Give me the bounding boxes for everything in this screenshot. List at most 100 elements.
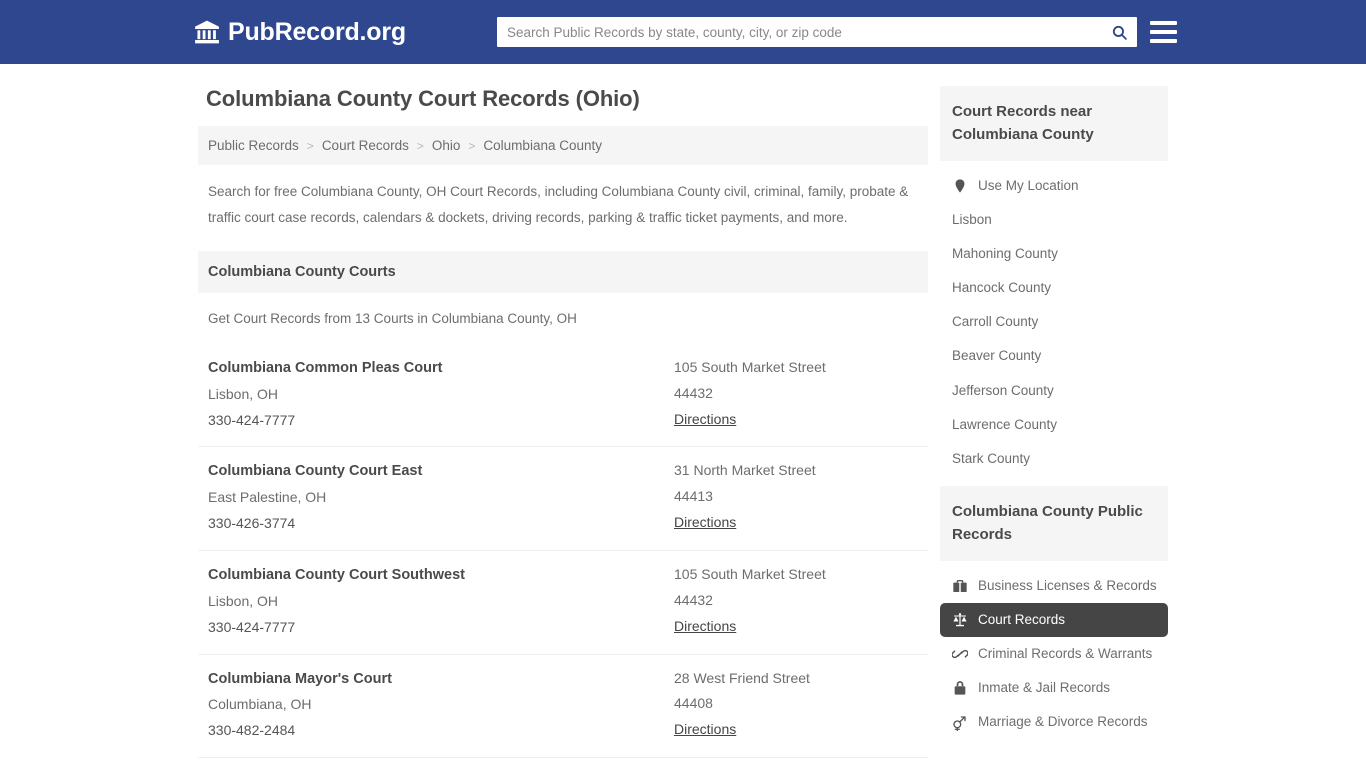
court-info-left: Columbiana County Court Southwest Lisbon,… [208,562,674,641]
public-record-item-inmate-jail-records[interactable]: Inmate & Jail Records [940,671,1168,705]
court-info-right: 105 South Market Street 44432 Directions [674,355,918,434]
nearby-item-use-my-location[interactable]: Use My Location [940,169,1168,203]
breadcrumb-item-columbiana-county: Columbiana County [483,138,602,153]
site-logo-text: PubRecord.org [228,17,406,46]
court-row: East Liverpool Municipal CourtEast Liver… [198,757,928,768]
public-record-item-business-licenses-records[interactable]: Business Licenses & Records [940,569,1168,603]
public-record-item-label: Marriage & Divorce Records [978,714,1148,730]
gender-symbols-icon [952,715,968,731]
nearby-item-mahoning-county[interactable]: Mahoning County [940,237,1168,271]
court-info-right: 105 South Market Street 44432 Directions [674,562,918,641]
nearby-item-label: Hancock County [952,280,1052,296]
courts-list: Columbiana Common Pleas Court Lisbon, OH 3… [198,344,928,768]
search-bar [497,17,1137,47]
court-zip: 44432 [674,591,713,608]
breadcrumb-item-public-records[interactable]: Public Records [208,138,299,153]
court-info-left: Columbiana County Court East East Palesti… [208,458,674,537]
nearby-item-label: Mahoning County [952,245,1058,261]
public-record-item-label: Criminal Records & Warrants [978,646,1153,662]
public-record-item-criminal-records-warrants[interactable]: Criminal Records & Warrants [940,637,1168,671]
nearby-item-lawrence-county[interactable]: Lawrence County [940,408,1168,442]
court-info-right: 31 North Market Street 44413 Directions [674,458,918,537]
breadcrumb-item-ohio[interactable]: Ohio [432,138,461,153]
court-zip: 44432 [674,384,713,401]
nearby-item-label: Stark County [952,451,1031,466]
nearby-item-carroll-county[interactable]: Carroll County [940,305,1168,339]
breadcrumb-item-court-records[interactable]: Court Records [322,138,409,153]
court-city: East Palestine, OH [208,489,327,506]
court-street: 28 West Friend Street [674,669,810,686]
nearby-item-jefferson-county[interactable]: Jefferson County [940,374,1168,408]
search-button[interactable] [1101,17,1137,47]
breadcrumb: Public Records > Court Records > Ohio > Columb… [198,126,928,165]
court-info-right: 28 West Friend Street 44408 Directions [674,666,918,745]
court-city: Columbiana, OH [208,696,312,713]
court-name-link[interactable]: Columbiana County Court Southwest [208,562,674,589]
court-row: Columbiana Mayor's Court Columbiana, OH 33… [198,653,928,758]
public-record-item-label: Business Licenses & Records [978,577,1157,593]
public-record-item-label: Inmate & Jail Records [978,680,1111,696]
public-record-item-label: Court Records [978,611,1066,627]
lock-icon [952,680,968,696]
court-name-link[interactable]: Columbiana Common Pleas Court [208,355,674,382]
court-phone: 330-424-7777 [208,411,296,428]
court-info-left: Columbiana Common Pleas Court Lisbon, OH 3… [208,355,674,434]
breadcrumb-separator: > [416,138,424,153]
public-records-box: Columbiana County Public Records Busines… [940,486,1168,739]
nearby-item-lisbon[interactable]: Lisbon [940,203,1168,237]
court-phone: 330-482-2484 [208,722,296,739]
courts-section-header: Columbiana County Courts [198,250,928,293]
court-row: Columbiana County Court Southwest Lisbon,… [198,550,928,654]
hamburger-bar [1150,39,1177,43]
sidebar: Court Records near Columbiana County Use… [928,86,1168,768]
nearby-item-label: Use My Location [978,177,1079,193]
directions-link[interactable]: Directions [674,614,736,640]
court-row: Columbiana County Court East East Palesti… [198,446,928,550]
site-logo[interactable]: PubRecord.org [194,18,406,47]
map-pin-icon [952,178,968,194]
page-title: Columbiana County Court Records (Ohio) [206,86,640,111]
court-phone: 330-426-3774 [208,515,296,532]
public-records-title: Columbiana County Public Records [940,486,1168,561]
nearby-item-label: Lawrence County [952,416,1058,432]
court-name-link[interactable]: Columbiana Mayor's Court [208,666,674,693]
court-name-link[interactable]: Columbiana County Court East [208,458,674,485]
court-city: Lisbon, OH [208,592,279,609]
public-records-list: Business Licenses & Records Court Records… [940,561,1168,740]
search-icon [1111,24,1128,41]
content-container: Columbiana County Court Records (Ohio) P… [198,86,1168,768]
directions-link[interactable]: Directions [674,407,736,433]
page-body: Columbiana County Court Records (Ohio) P… [0,64,1366,768]
search-input[interactable] [497,17,1101,47]
nearby-item-hancock-county[interactable]: Hancock County [940,271,1168,305]
directions-link[interactable]: Directions [674,717,736,743]
courts-section-note: Get Court Records from 13 Courts in Colu… [208,310,577,326]
directions-link[interactable]: Directions [674,510,736,536]
nearby-item-label: Lisbon [952,211,992,227]
nearby-item-stark-county[interactable]: Stark County [940,442,1168,476]
breadcrumb-separator: > [468,138,476,153]
nearby-item-beaver-county[interactable]: Beaver County [940,339,1168,373]
court-info-left: Columbiana Mayor's Court Columbiana, OH 33… [208,666,674,745]
nearby-item-label: Beaver County [952,348,1042,364]
public-record-item-court-records[interactable]: Court Records [940,602,1168,638]
court-zip: 44408 [674,695,713,712]
handcuffs-icon [952,646,968,662]
hamburger-bar [1150,21,1177,25]
court-city: Lisbon, OH [208,385,279,402]
hamburger-bar [1150,30,1177,34]
nearby-item-label: Jefferson County [952,382,1054,398]
court-street: 105 South Market Street [674,566,826,582]
court-zip: 44413 [674,488,713,505]
court-street: 31 North Market Street [674,462,816,479]
court-street: 105 South Market Street [674,358,826,375]
nearby-item-label: Carroll County [952,314,1039,330]
public-record-item-marriage-divorce-records[interactable]: Marriage & Divorce Records [940,705,1168,739]
briefcase-icon [952,578,968,594]
scales-icon [952,612,968,628]
page-description: Search for free Columbiana County, OH Co… [208,184,909,225]
bank-icon [194,19,220,45]
hamburger-menu-icon[interactable] [1150,19,1177,45]
main-column: Columbiana County Court Records (Ohio) P… [198,86,928,768]
breadcrumb-separator: > [306,138,314,153]
